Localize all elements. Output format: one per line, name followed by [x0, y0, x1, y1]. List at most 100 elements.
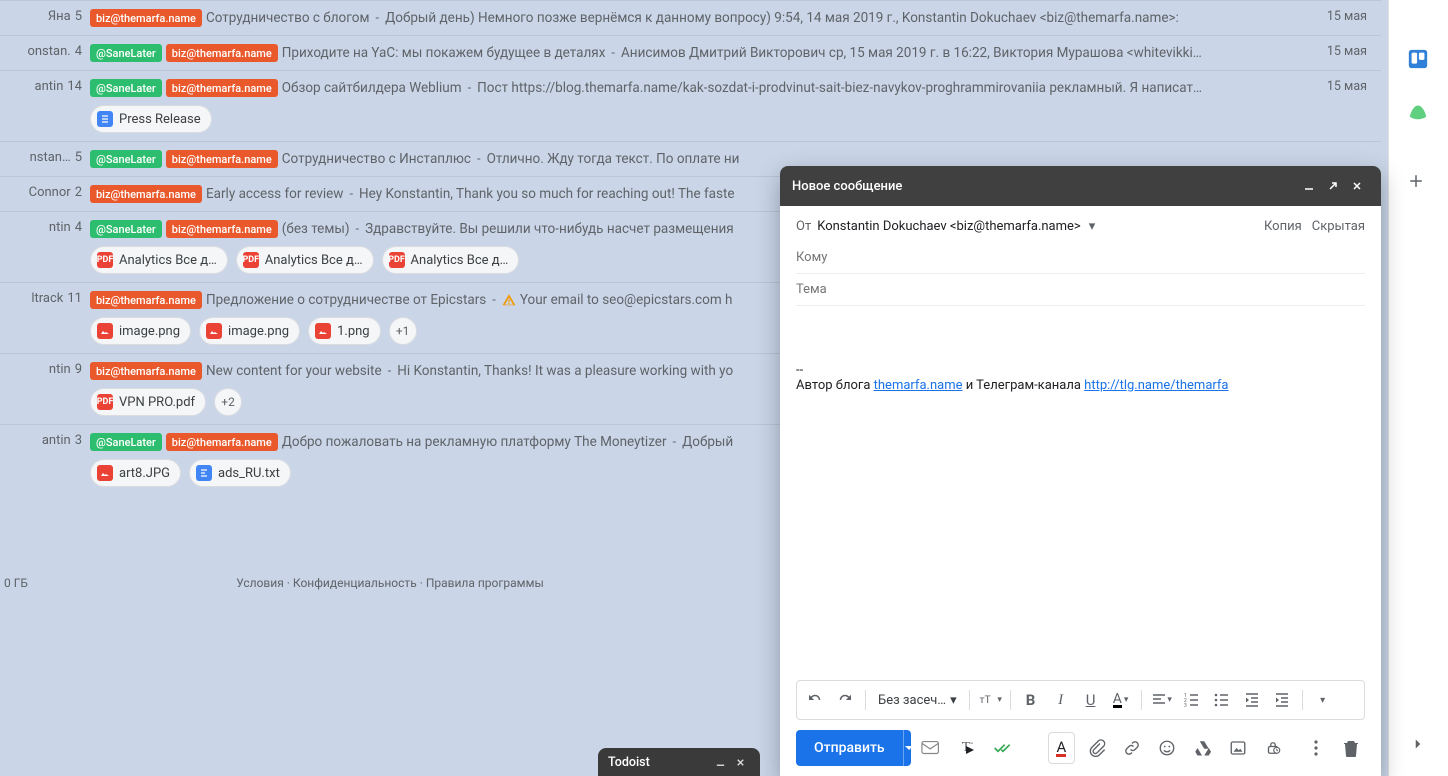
- mail-row[interactable]: Яна5biz@themarfa.nameСотрудничество с бл…: [0, 0, 1381, 35]
- attachment-chip[interactable]: PDFAnalytics Все д…: [236, 246, 374, 274]
- from-dropdown-icon[interactable]: ▾: [1089, 219, 1096, 234]
- indent-more-icon[interactable]: [1268, 686, 1296, 714]
- attach-icon[interactable]: [1083, 732, 1110, 764]
- snippet: Пост https://blog.themarfa.name/kak-sozd…: [477, 80, 1202, 96]
- more-options-icon[interactable]: [1303, 732, 1330, 764]
- compose-to-row[interactable]: [796, 242, 1365, 274]
- snippet: Your email to seo@epicstars.com h: [520, 292, 733, 308]
- format-toggle-icon[interactable]: T-: [954, 732, 981, 764]
- label-tag[interactable]: @SaneLater: [90, 150, 162, 168]
- todoist-close-icon[interactable]: [730, 752, 750, 772]
- sender: antin: [35, 79, 64, 94]
- attachment-chip[interactable]: image.png: [90, 317, 191, 345]
- thread-count: 4: [75, 44, 82, 59]
- from-value[interactable]: Konstantin Dokuchaev <biz@themarfa.name>: [817, 219, 1081, 234]
- sig-link-tg[interactable]: http://tlg.name/themarfa: [1084, 378, 1228, 393]
- redo-icon[interactable]: [831, 686, 859, 714]
- emoji-icon[interactable]: [1154, 732, 1181, 764]
- label-tag[interactable]: biz@themarfa.name: [166, 79, 278, 97]
- attachment-chip[interactable]: Press Release: [90, 105, 212, 133]
- compose-titlebar[interactable]: Новое сообщение: [780, 166, 1381, 206]
- chip-label: ads_RU.txt: [218, 466, 280, 481]
- send-button[interactable]: Отправить: [796, 730, 903, 766]
- link-icon[interactable]: [1118, 732, 1145, 764]
- sig-link-blog[interactable]: themarfa.name: [874, 378, 963, 393]
- text-color-icon[interactable]: A▾: [1107, 686, 1135, 714]
- close-icon[interactable]: [1345, 174, 1369, 198]
- chip-more[interactable]: +2: [214, 388, 242, 416]
- pdf-icon: PDF: [97, 394, 113, 410]
- minimize-icon[interactable]: [1297, 174, 1321, 198]
- drive-icon[interactable]: [1189, 732, 1216, 764]
- doublecheck-icon[interactable]: [989, 732, 1016, 764]
- label-tag[interactable]: biz@themarfa.name: [166, 220, 278, 238]
- subject-input[interactable]: [796, 282, 1365, 297]
- rail-collapse-icon[interactable]: [1406, 732, 1430, 756]
- footer-terms[interactable]: Условия: [236, 576, 284, 590]
- basecamp-icon[interactable]: [1407, 100, 1431, 124]
- italic-icon[interactable]: I: [1047, 686, 1075, 714]
- to-input[interactable]: [796, 250, 1365, 265]
- attachment-chip[interactable]: PDFAnalytics Все д…: [382, 246, 520, 274]
- todoist-minimize-icon[interactable]: [710, 752, 730, 772]
- thread-count: 3: [75, 433, 82, 448]
- indent-less-icon[interactable]: [1238, 686, 1266, 714]
- undo-icon[interactable]: [801, 686, 829, 714]
- subject: (без темы): [282, 221, 350, 237]
- attachment-chip[interactable]: PDFVPN PRO.pdf: [90, 388, 206, 416]
- send-button-group: Отправить: [796, 730, 911, 766]
- label-tag[interactable]: biz@themarfa.name: [166, 44, 278, 62]
- label-tag[interactable]: @SaneLater: [90, 79, 162, 97]
- format-toolbar: Без засеч…▾ тТ▾ B I U A▾ ▾ 123 ▾: [796, 680, 1365, 720]
- bcc-button[interactable]: Скрытая: [1312, 219, 1365, 234]
- img-icon: [206, 323, 222, 339]
- mail-row[interactable]: onstan.4@SaneLaterbiz@themarfa.nameПрихо…: [0, 35, 1381, 70]
- discard-icon[interactable]: [1338, 732, 1365, 764]
- trello-icon[interactable]: [1407, 48, 1431, 72]
- label-tag[interactable]: biz@themarfa.name: [166, 150, 278, 168]
- attachment-chip[interactable]: 1.png: [308, 317, 381, 345]
- confidential-icon[interactable]: [1259, 732, 1286, 764]
- format-more-icon[interactable]: ▾: [1309, 686, 1337, 714]
- thread-count: 14: [67, 79, 82, 94]
- chip-more[interactable]: +1: [389, 317, 417, 345]
- compose-subject-row[interactable]: [796, 274, 1365, 306]
- text-color-action-icon[interactable]: A: [1048, 732, 1076, 764]
- cc-button[interactable]: Копия: [1264, 219, 1302, 234]
- chip-label: Analytics Все д…: [265, 253, 363, 268]
- bullet-list-icon[interactable]: [1208, 686, 1236, 714]
- footer-rules[interactable]: Правила программы: [426, 576, 544, 590]
- mailtrack-icon[interactable]: [919, 732, 946, 764]
- footer-privacy[interactable]: Конфиденциальность: [293, 576, 417, 590]
- font-size-icon[interactable]: тТ▾: [976, 686, 1004, 714]
- label-tag[interactable]: biz@themarfa.name: [90, 9, 202, 27]
- underline-icon[interactable]: U: [1077, 686, 1105, 714]
- subject: Приходите на YaC: мы покажем будущее в д…: [282, 45, 606, 61]
- label-tag[interactable]: biz@themarfa.name: [90, 291, 202, 309]
- todoist-minibar[interactable]: Todoist: [598, 748, 760, 776]
- compose-from-row: От Konstantin Dokuchaev <biz@themarfa.na…: [796, 210, 1365, 242]
- warning-icon: [502, 293, 516, 307]
- add-addon-icon[interactable]: [1407, 172, 1431, 196]
- attachment-chip[interactable]: ads_RU.txt: [189, 459, 291, 487]
- snippet: Добрый день) Немного позже вернёмся к да…: [385, 10, 1179, 26]
- font-family-select[interactable]: Без засеч…▾: [872, 693, 963, 708]
- insert-image-icon[interactable]: [1224, 732, 1251, 764]
- compose-body[interactable]: -- Автор блога themarfa.name и Телеграм-…: [780, 306, 1381, 680]
- numbered-list-icon[interactable]: 123: [1178, 686, 1206, 714]
- label-tag[interactable]: biz@themarfa.name: [166, 433, 278, 451]
- side-rail: [1388, 0, 1448, 776]
- attachment-chip[interactable]: image.png: [199, 317, 300, 345]
- label-tag[interactable]: @SaneLater: [90, 433, 162, 451]
- bold-icon[interactable]: B: [1017, 686, 1045, 714]
- attachment-chip[interactable]: PDFAnalytics Все д…: [90, 246, 228, 274]
- label-tag[interactable]: @SaneLater: [90, 44, 162, 62]
- mail-row[interactable]: antin14@SaneLaterbiz@themarfa.nameОбзор …: [0, 70, 1381, 141]
- align-icon[interactable]: ▾: [1148, 686, 1176, 714]
- label-tag[interactable]: biz@themarfa.name: [90, 185, 202, 203]
- label-tag[interactable]: biz@themarfa.name: [90, 362, 202, 380]
- label-tag[interactable]: @SaneLater: [90, 220, 162, 238]
- fullscreen-icon[interactable]: [1321, 174, 1345, 198]
- attachment-chip[interactable]: art8.JPG: [90, 459, 181, 487]
- send-options-button[interactable]: [903, 730, 911, 766]
